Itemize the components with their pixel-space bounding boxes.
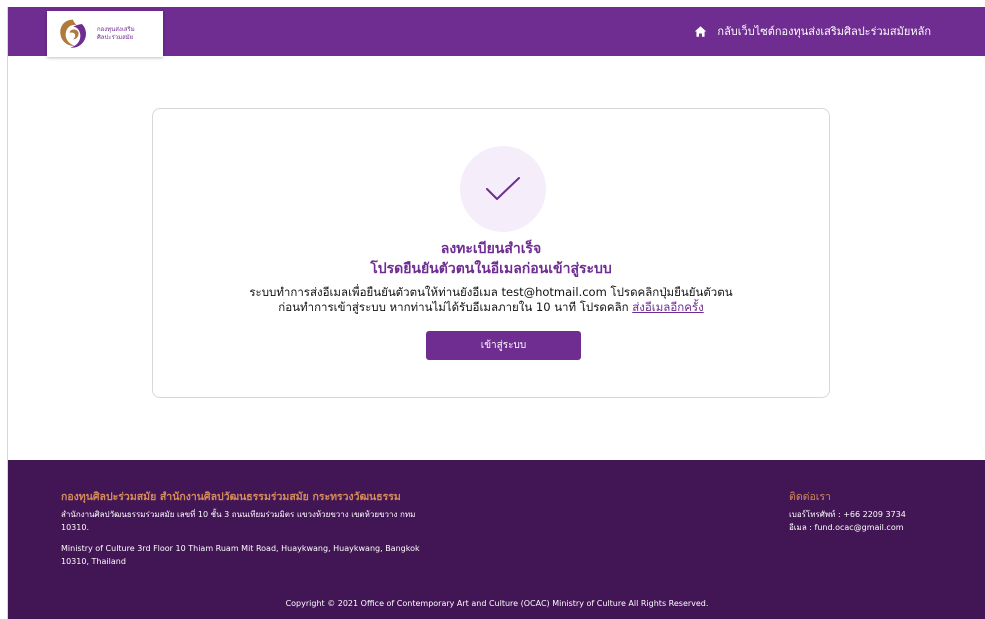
resend-email-link[interactable]: ส่งอีเมลอีกครั้ง bbox=[632, 300, 703, 314]
registration-success-card: ลงทะเบียนสำเร็จ โปรดยืนยันตัวตนในอีเมลก่… bbox=[152, 108, 830, 398]
login-button[interactable]: เข้าสู่ระบบ bbox=[426, 331, 581, 360]
logo-line2: ศิลปะร่วมสมัย bbox=[97, 34, 134, 41]
footer-contact-title: ติดต่อเรา bbox=[789, 491, 831, 503]
instruction-line-1: ระบบทำการส่งอีเมลเพื่อยืนยันตัวตนให้ท่าน… bbox=[249, 285, 733, 299]
home-link-label: กลับเว็บไซต์กองทุนส่งเสริมศิลปะร่วมสมัยห… bbox=[717, 25, 931, 38]
success-badge bbox=[460, 146, 546, 232]
checkmark-icon bbox=[486, 177, 520, 200]
verify-email-title: โปรดยืนยันตัวตนในอีเมลก่อนเข้าสู่ระบบ bbox=[370, 261, 612, 277]
back-to-main-site-link[interactable]: กลับเว็บไซต์กองทุนส่งเสริมศิลปะร่วมสมัยห… bbox=[694, 22, 931, 40]
footer-org-title: กองทุนศิลปะร่วมสมัย สำนักงานศิลปวัฒนธรรม… bbox=[61, 491, 401, 503]
site-footer: กองทุนศิลปะร่วมสมัย สำนักงานศิลปวัฒนธรรม… bbox=[8, 460, 985, 619]
home-icon bbox=[695, 25, 707, 37]
logo-line1: กองทุนส่งเสริม bbox=[97, 26, 135, 33]
footer-address-english: Ministry of Culture 3rd Floor 10 Thiam R… bbox=[61, 544, 420, 566]
top-header: กองทุนส่งเสริม ศิลปะร่วมสมัย กลับเว็บไซต… bbox=[8, 7, 985, 57]
footer-copyright: Copyright © 2021 Office of Contemporary … bbox=[285, 599, 709, 608]
page-frame: กองทุนส่งเสริม ศิลปะร่วมสมัย กลับเว็บไซต… bbox=[7, 7, 985, 619]
footer-email[interactable]: อีเมล : fund.ocac@gmail.com bbox=[789, 521, 904, 534]
logo-emblem-icon bbox=[60, 19, 87, 48]
footer-phone: เบอร์โทรศัพท์ : +66 2209 3734 bbox=[789, 510, 906, 519]
success-title: ลงทะเบียนสำเร็จ bbox=[440, 241, 542, 257]
logo-text: กองทุนส่งเสริม ศิลปะร่วมสมัย bbox=[97, 26, 135, 42]
footer-address-thai: สำนักงานศิลปวัฒนธรรมร่วมสมัย เลขที่ 10 ช… bbox=[61, 510, 416, 532]
site-logo[interactable]: กองทุนส่งเสริม ศิลปะร่วมสมัย bbox=[47, 11, 163, 57]
instruction-line-2: ก่อนทำการเข้าสู่ระบบ หากท่านไม่ได้รับอีเ… bbox=[153, 300, 829, 315]
instruction-line-2-text: ก่อนทำการเข้าสู่ระบบ หากท่านไม่ได้รับอีเ… bbox=[278, 300, 629, 314]
